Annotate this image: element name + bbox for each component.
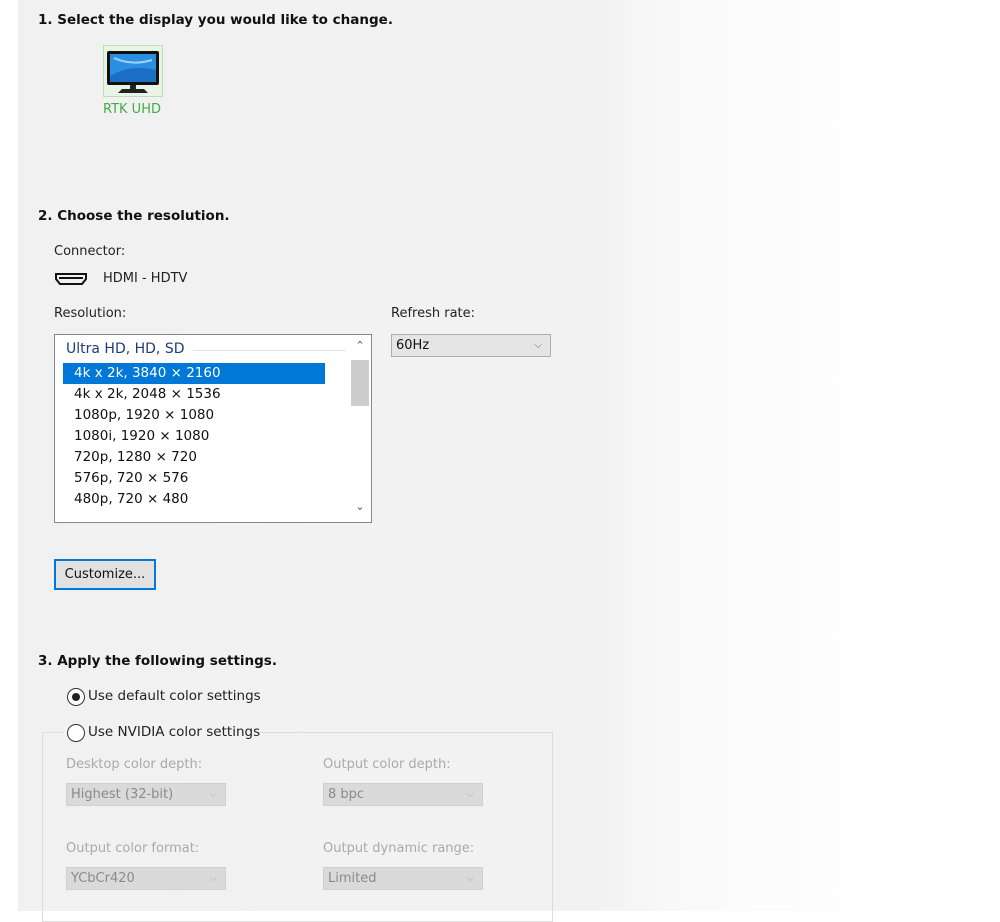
chevron-down-icon: ⌵ [534, 340, 542, 351]
resolution-item[interactable]: 1080p, 1920 × 1080 [63, 405, 325, 426]
listbox-scrollbar[interactable]: ⌃ ⌄ [349, 335, 371, 522]
dynamic-range-label: Output dynamic range: [323, 841, 475, 856]
scrollbar-thumb[interactable] [351, 360, 369, 406]
chevron-down-icon: ⌵ [209, 873, 217, 884]
monitor-icon [107, 51, 159, 93]
resolution-item[interactable]: 4k x 2k, 3840 × 2160 (recommended) [63, 363, 325, 402]
dynamic-range-value: Limited [328, 871, 377, 886]
desktop-depth-value: Highest (32-bit) [71, 787, 174, 802]
connector-value: HDMI - HDTV [103, 271, 188, 286]
dynamic-range-select: Limited ⌵ [323, 867, 483, 890]
resolution-item[interactable]: 480p, 720 × 480 [63, 489, 325, 510]
radio-nvidia-color[interactable] [67, 724, 85, 742]
resolution-group-header: Ultra HD, HD, SD [66, 341, 185, 357]
chevron-down-icon: ⌵ [209, 789, 217, 800]
output-depth-value: 8 bpc [328, 787, 365, 802]
refresh-rate-value: 60Hz [396, 338, 430, 353]
resolution-item[interactable]: 1080i, 1920 × 1080 [63, 426, 325, 447]
step1-heading: 1. Select the display you would like to … [38, 12, 393, 28]
step3-heading: 3. Apply the following settings. [38, 653, 277, 669]
refresh-rate-select[interactable]: 60Hz ⌵ [391, 334, 551, 357]
output-format-value: YCbCr420 [71, 871, 135, 886]
radio-default-label[interactable]: Use default color settings [88, 688, 261, 704]
resolution-listbox[interactable]: Ultra HD, HD, SD 4k x 2k, 3840 × 2160 (r… [54, 334, 372, 523]
chevron-down-icon: ⌵ [466, 873, 474, 884]
output-depth-label: Output color depth: [323, 757, 451, 772]
output-format-select: YCbCr420 ⌵ [66, 867, 226, 890]
scroll-down-icon[interactable]: ⌄ [349, 500, 371, 518]
display-rtk-uhd[interactable] [103, 45, 163, 97]
step2-heading: 2. Choose the resolution. [38, 208, 230, 224]
group-divider [193, 350, 345, 351]
refresh-rate-label: Refresh rate: [391, 306, 476, 321]
resolution-label: Resolution: [54, 306, 127, 321]
scroll-up-icon[interactable]: ⌃ [349, 339, 371, 357]
output-format-label: Output color format: [66, 841, 200, 856]
radio-nvidia-label[interactable]: Use NVIDIA color settings [88, 724, 260, 740]
resolution-item[interactable]: 576p, 720 × 576 [63, 468, 325, 489]
desktop-depth-select: Highest (32-bit) ⌵ [66, 783, 226, 806]
hdmi-icon [55, 273, 87, 285]
chevron-down-icon: ⌵ [466, 789, 474, 800]
customize-button[interactable]: Customize... [54, 559, 156, 590]
desktop-depth-label: Desktop color depth: [66, 757, 203, 772]
connector-label: Connector: [54, 244, 126, 259]
radio-default-color[interactable] [67, 688, 85, 706]
resolution-item[interactable]: 4k x 2k, 2048 × 1536 [63, 384, 325, 405]
display-name[interactable]: RTK UHD [103, 102, 161, 117]
resolution-item[interactable]: 720p, 1280 × 720 [63, 447, 325, 468]
output-depth-select: 8 bpc ⌵ [323, 783, 483, 806]
